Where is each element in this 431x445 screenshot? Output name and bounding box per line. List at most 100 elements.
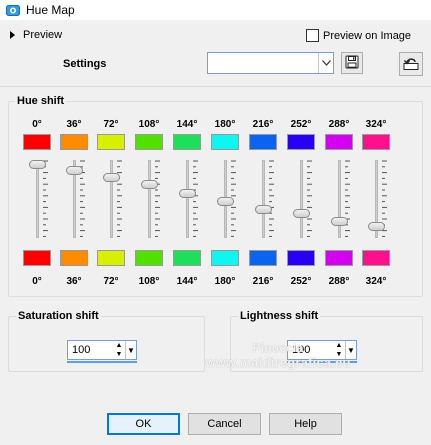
hue-slider-track[interactable] [110, 160, 113, 238]
help-button[interactable]: Help [269, 413, 342, 435]
hue-slider-thumb[interactable] [179, 189, 196, 199]
hue-slider-track[interactable] [186, 160, 189, 238]
saturation-spinbox[interactable]: ▲ ▼ ▼ [67, 340, 137, 360]
floppy-disk-icon [345, 55, 359, 72]
hue-shift-group [8, 101, 423, 297]
title-bar: Hue Map [0, 0, 431, 20]
hue-slider-thumb[interactable] [66, 165, 83, 175]
spin-down-icon[interactable]: ▼ [334, 350, 344, 359]
hue-bottom-label: 36° [66, 276, 82, 287]
hue-bottom-label: 324° [365, 276, 387, 287]
hue-slider-track[interactable] [338, 160, 341, 238]
hue-top-swatch [211, 134, 239, 150]
slider-ticks [345, 160, 350, 237]
hue-top-label: 180° [214, 119, 236, 130]
hue-slider-thumb[interactable] [368, 221, 385, 231]
hue-bottom-swatch[interactable] [97, 250, 125, 266]
hue-bottom-swatch[interactable] [23, 250, 51, 266]
hue-top-label: 216° [252, 119, 274, 130]
hue-bottom-label: 0° [32, 276, 42, 287]
hue-top-label: 144° [176, 119, 198, 130]
hue-bottom-label: 216° [252, 276, 274, 287]
hue-top-label: 108° [138, 119, 160, 130]
slider-ticks [307, 160, 312, 237]
hue-slider-thumb[interactable] [103, 173, 120, 183]
hue-top-swatch [362, 134, 390, 150]
hue-slider-thumb[interactable] [255, 204, 272, 214]
saturation-shift-title: Saturation shift [16, 310, 101, 322]
hue-top-label: 288° [328, 119, 350, 130]
hue-bottom-swatch[interactable] [211, 250, 239, 266]
hue-bottom-swatch[interactable] [135, 250, 163, 266]
hue-slider-track[interactable] [300, 160, 303, 238]
preview-on-image-checkbox[interactable] [306, 29, 319, 42]
hue-bottom-label: 144° [176, 276, 198, 287]
hue-top-label: 0° [32, 119, 42, 130]
hue-top-label: 324° [365, 119, 387, 130]
preview-on-image-label: Preview on Image [323, 29, 412, 42]
saturation-input[interactable] [68, 344, 110, 356]
chevron-down-icon[interactable]: ▼ [125, 341, 136, 359]
hue-top-swatch [287, 134, 315, 150]
hue-shift-title: Hue shift [15, 95, 67, 107]
hue-slider-thumb[interactable] [331, 216, 348, 226]
lightness-spin-buttons[interactable]: ▲ ▼ [334, 341, 344, 359]
triangle-right-icon [10, 31, 15, 39]
preview-on-image-option[interactable]: Preview on Image [306, 29, 411, 42]
slider-ticks [155, 160, 160, 237]
chevron-down-icon[interactable] [318, 53, 333, 73]
hue-bottom-swatch[interactable] [362, 250, 390, 266]
slider-ticks [117, 160, 122, 237]
hue-top-swatch [135, 134, 163, 150]
hue-top-label: 252° [290, 119, 312, 130]
hue-bottom-swatch[interactable] [60, 250, 88, 266]
hue-slider-thumb[interactable] [29, 159, 46, 169]
slider-ticks [193, 160, 198, 237]
hue-slider-track[interactable] [36, 160, 39, 238]
preview-label: Preview [23, 29, 63, 41]
hue-top-label: 36° [66, 119, 82, 130]
lightness-focus-line [287, 361, 357, 363]
hue-bottom-label: 108° [138, 276, 160, 287]
ok-button[interactable]: OK [107, 413, 180, 435]
settings-combo[interactable] [207, 52, 334, 74]
reset-button[interactable] [399, 52, 423, 76]
cancel-button[interactable]: Cancel [188, 413, 261, 435]
hue-top-swatch [23, 134, 51, 150]
hue-bottom-swatch[interactable] [249, 250, 277, 266]
lightness-input[interactable] [288, 344, 330, 356]
hue-bottom-label: 252° [290, 276, 312, 287]
hue-slider-track[interactable] [262, 160, 265, 238]
slider-ticks [269, 160, 274, 237]
settings-label: Settings [63, 58, 107, 70]
lightness-spinbox[interactable]: ▲ ▼ ▼ [287, 340, 357, 360]
chevron-down-icon[interactable]: ▼ [345, 341, 356, 359]
hue-top-swatch [97, 134, 125, 150]
hue-slider-thumb[interactable] [293, 209, 310, 219]
saturation-focus-line [67, 361, 137, 363]
hue-bottom-swatch[interactable] [287, 250, 315, 266]
hue-bottom-label: 288° [328, 276, 350, 287]
saturation-spin-buttons[interactable]: ▲ ▼ [114, 341, 124, 359]
hue-bottom-label: 72° [103, 276, 119, 287]
spin-up-icon[interactable]: ▲ [114, 341, 124, 350]
spin-up-icon[interactable]: ▲ [334, 341, 344, 350]
reset-arrow-icon [402, 55, 420, 74]
window-title: Hue Map [26, 3, 75, 17]
hue-bottom-swatch[interactable] [173, 250, 201, 266]
hue-map-app-icon [6, 3, 20, 17]
slider-ticks [43, 160, 48, 237]
hue-slider-thumb[interactable] [217, 196, 234, 206]
hue-top-swatch [325, 134, 353, 150]
hue-slider-track[interactable] [148, 160, 151, 238]
hue-top-swatch [60, 134, 88, 150]
save-preset-button[interactable] [341, 52, 363, 74]
hue-bottom-swatch[interactable] [325, 250, 353, 266]
preview-toggle[interactable]: Preview [10, 29, 62, 41]
hue-top-swatch [249, 134, 277, 150]
hue-slider-thumb[interactable] [141, 179, 158, 189]
hue-top-swatch [173, 134, 201, 150]
spin-down-icon[interactable]: ▼ [114, 350, 124, 359]
lightness-shift-title: Lightness shift [238, 310, 321, 322]
hue-bottom-label: 180° [214, 276, 236, 287]
